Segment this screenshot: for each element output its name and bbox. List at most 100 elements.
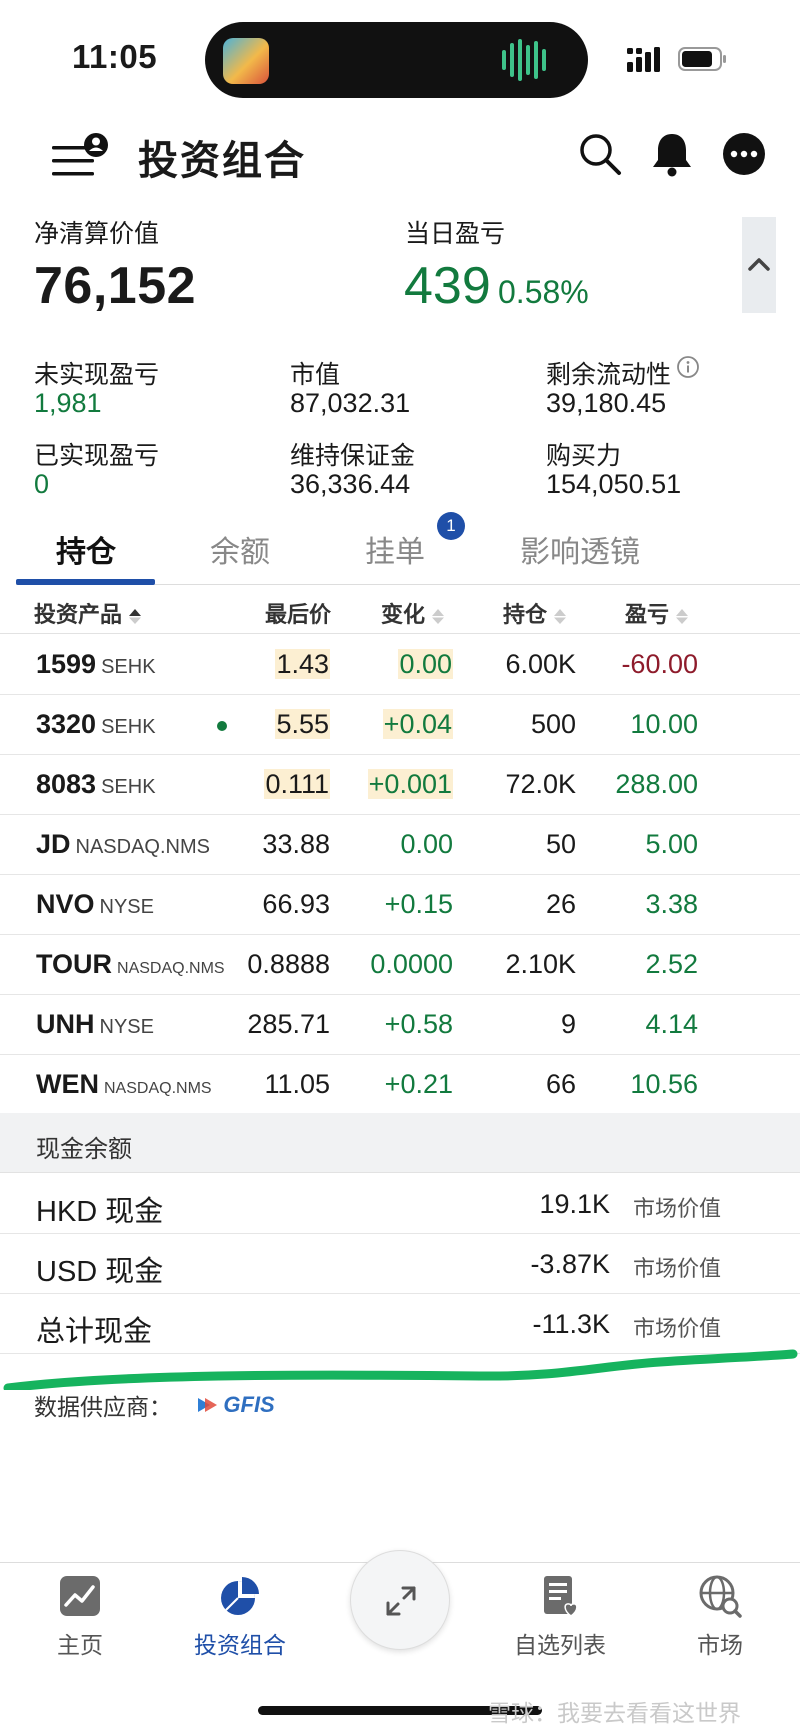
change: 0.0000 bbox=[370, 949, 453, 979]
change: +0.001 bbox=[367, 769, 453, 799]
nav-watchlist[interactable]: 自选列表 bbox=[490, 1574, 630, 1660]
nav-portfolio[interactable]: 投资组合 bbox=[170, 1574, 310, 1660]
column-header-last-price[interactable]: 最后价 bbox=[265, 597, 331, 629]
orders-count-badge: 1 bbox=[437, 512, 465, 540]
last-price: 66.93 bbox=[262, 889, 330, 919]
change: 0.00 bbox=[400, 829, 453, 859]
cash-row[interactable]: USD 现金 -3.87K 市场价值 bbox=[0, 1234, 800, 1294]
symbol: TOUR NASDAQ.NMS bbox=[36, 949, 225, 979]
position: 66 bbox=[545, 1069, 576, 1099]
symbol: 1599 SEHK bbox=[36, 649, 156, 679]
notification-bell-icon[interactable] bbox=[648, 130, 696, 178]
column-header-instrument[interactable]: 投资产品 bbox=[34, 597, 142, 629]
account-menu-button[interactable] bbox=[52, 132, 110, 184]
cash-currency-name: HKD 现金 bbox=[36, 1196, 164, 1228]
pnl: 288.00 bbox=[615, 769, 698, 799]
table-row[interactable]: UNH NYSE 285.71 +0.58 9 4.14 bbox=[0, 995, 800, 1055]
sort-icon bbox=[432, 609, 445, 625]
table-row[interactable]: 8083 SEHK 0.111 +0.001 72.0K 288.00 bbox=[0, 755, 800, 815]
net-liquidation-label: 净清算价值 bbox=[34, 220, 160, 248]
watchlist-icon bbox=[544, 1576, 578, 1617]
more-options-icon[interactable] bbox=[720, 130, 768, 178]
last-price: 33.88 bbox=[262, 829, 330, 859]
change: +0.15 bbox=[384, 889, 453, 919]
table-row[interactable]: JD NASDAQ.NMS 33.88 0.00 50 5.00 bbox=[0, 815, 800, 875]
marker-annotation-stroke bbox=[3, 1349, 798, 1390]
cash-amount: -11.3K bbox=[532, 1309, 610, 1339]
now-playing-artwork bbox=[223, 38, 269, 84]
position: 72.0K bbox=[505, 769, 576, 799]
pnl: 3.38 bbox=[645, 889, 698, 919]
maintenance-margin-label: 维持保证金 bbox=[290, 442, 416, 470]
active-tab-indicator bbox=[16, 579, 155, 585]
portfolio-pie-icon bbox=[221, 1577, 259, 1615]
maintenance-margin-value: 36,336.44 bbox=[290, 469, 411, 499]
tab-orders[interactable]: 挂单 bbox=[365, 527, 425, 571]
position: 9 bbox=[560, 1009, 576, 1039]
nav-markets[interactable]: 市场 bbox=[650, 1574, 790, 1660]
column-header-change[interactable]: 变化 bbox=[381, 597, 445, 629]
home-chart-icon bbox=[60, 1576, 100, 1616]
battery-icon bbox=[678, 47, 726, 71]
watermark-text: 雪球：我要去看看这世界 bbox=[488, 1700, 741, 1726]
chevron-up-icon bbox=[748, 258, 770, 271]
pnl: 10.56 bbox=[630, 1069, 698, 1099]
cash-row[interactable]: HKD 现金 19.1K 市场价值 bbox=[0, 1174, 800, 1234]
collapse-summary-button[interactable] bbox=[742, 217, 776, 313]
info-icon[interactable] bbox=[676, 355, 700, 379]
buying-power-value: 154,050.51 bbox=[546, 469, 682, 499]
pnl: 4.14 bbox=[645, 1009, 698, 1039]
tab-balances[interactable]: 余额 bbox=[210, 527, 270, 571]
symbol: JD NASDAQ.NMS bbox=[36, 829, 210, 859]
daily-pnl-label: 当日盈亏 bbox=[405, 220, 506, 248]
daily-pnl-percent: 0.58% bbox=[498, 274, 589, 310]
symbol: 8083 SEHK bbox=[36, 769, 156, 799]
sort-asc-icon bbox=[129, 609, 142, 625]
realized-pnl-label: 已实现盈亏 bbox=[34, 442, 160, 470]
table-row[interactable]: 1599 SEHK 1.43 0.00 6.00K -60.00 bbox=[0, 635, 800, 695]
status-time: 11:05 bbox=[72, 38, 158, 75]
position: 2.10K bbox=[505, 949, 576, 979]
symbol: NVO NYSE bbox=[36, 889, 154, 919]
tab-positions[interactable]: 持仓 bbox=[56, 527, 116, 571]
market-value-value: 87,032.31 bbox=[290, 388, 411, 418]
column-header-pnl[interactable]: 盈亏 bbox=[625, 597, 689, 629]
last-price: 0.8888 bbox=[247, 949, 330, 979]
cash-value-type: 市场价值 bbox=[633, 1196, 722, 1221]
search-icon[interactable] bbox=[576, 130, 624, 178]
gfis-logo-icon bbox=[198, 1398, 218, 1412]
last-price: 0.111 bbox=[264, 769, 330, 799]
position: 50 bbox=[545, 829, 576, 859]
change: 0.00 bbox=[398, 649, 453, 679]
unrealized-pnl-label: 未实现盈亏 bbox=[34, 361, 160, 389]
pnl: -60.00 bbox=[621, 649, 698, 679]
gfis-logo: GFIS bbox=[198, 1392, 275, 1418]
cash-currency-name: USD 现金 bbox=[36, 1256, 164, 1288]
cash-amount: -3.87K bbox=[530, 1249, 610, 1279]
daily-pnl-value: 439 bbox=[404, 257, 491, 315]
last-price: 1.43 bbox=[275, 649, 330, 679]
dynamic-island bbox=[205, 22, 588, 98]
cash-amount: 19.1K bbox=[539, 1189, 610, 1219]
change: +0.21 bbox=[384, 1069, 453, 1099]
table-row[interactable]: TOUR NASDAQ.NMS 0.8888 0.0000 2.10K 2.52 bbox=[0, 935, 800, 995]
excess-liquidity-label: 剩余流动性 bbox=[546, 361, 672, 389]
nav-home[interactable]: 主页 bbox=[10, 1574, 150, 1660]
cellular-signal-icon bbox=[627, 47, 660, 72]
trade-quick-action-button[interactable] bbox=[350, 1550, 450, 1650]
cash-value-type: 市场价值 bbox=[633, 1316, 722, 1341]
position: 6.00K bbox=[505, 649, 576, 679]
table-row[interactable]: WEN NASDAQ.NMS 11.05 +0.21 66 10.56 bbox=[0, 1055, 800, 1115]
column-header-position[interactable]: 持仓 bbox=[503, 597, 567, 629]
positions-table-header: 投资产品 最后价 变化 持仓 盈亏 bbox=[0, 590, 800, 634]
sort-icon bbox=[554, 609, 567, 625]
table-row[interactable]: NVO NYSE 66.93 +0.15 26 3.38 bbox=[0, 875, 800, 935]
last-price: 285.71 bbox=[247, 1009, 330, 1039]
globe-search-icon bbox=[699, 1575, 742, 1618]
change: +0.04 bbox=[382, 709, 453, 739]
table-row[interactable]: 3320 SEHK 5.55 +0.04 500 10.00 bbox=[0, 695, 800, 755]
last-price: 5.55 bbox=[275, 709, 330, 739]
market-open-indicator bbox=[217, 721, 227, 731]
data-provider: 数据供应商： GFIS bbox=[34, 1388, 275, 1422]
tab-impact-lens[interactable]: 影响透镜 bbox=[520, 527, 640, 571]
